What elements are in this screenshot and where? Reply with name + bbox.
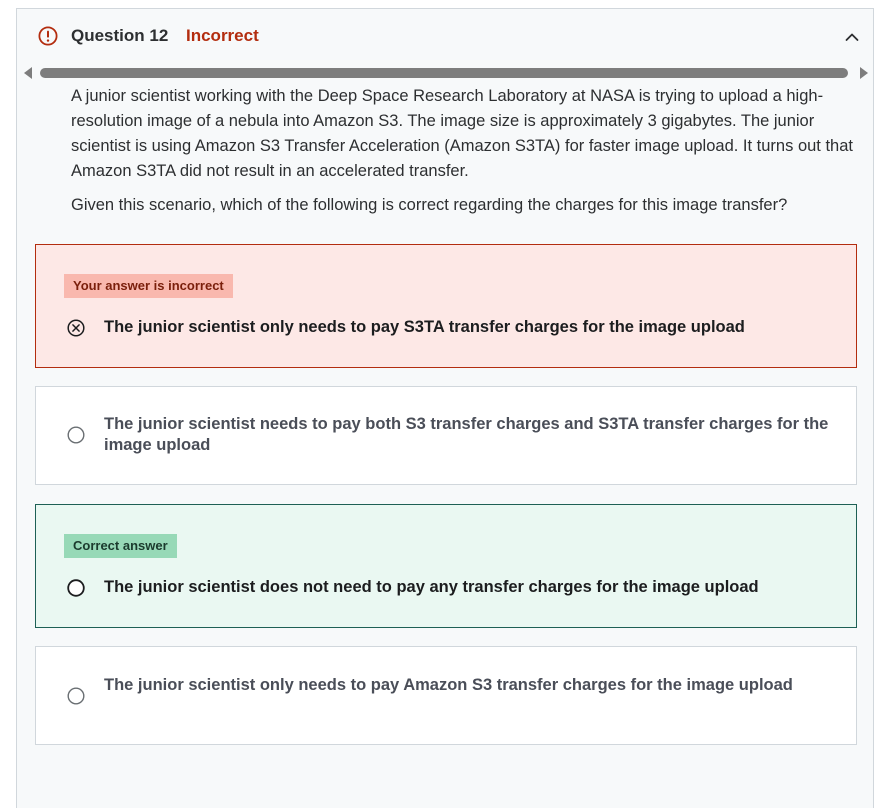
horizontal-scrollbar-thumb[interactable] [40,68,848,78]
answer-option-incorrect[interactable]: Your answer is incorrect The junior scie… [35,244,857,368]
question-header[interactable]: Question 12 Incorrect [17,9,873,65]
answer-option[interactable]: The junior scientist needs to pay both S… [35,386,857,485]
question-status: Incorrect [186,26,259,45]
question-number: Question 12 [71,26,169,45]
prompt-scenario: A junior scientist working with the Deep… [71,87,853,180]
question-prompt: A junior scientist working with the Deep… [71,84,871,227]
radio-unselected-icon[interactable] [67,687,85,705]
answer-option[interactable]: The junior scientist only needs to pay A… [35,646,857,745]
radio-unselected-icon[interactable] [67,579,85,597]
question-panel: Question 12 Incorrect A junior scientist… [16,8,874,808]
option-text: The junior scientist needs to pay both S… [104,415,829,454]
correct-answer-badge: Correct answer [64,534,177,558]
scroll-left-arrow-icon[interactable] [23,67,33,79]
radio-unselected-icon[interactable] [67,426,85,444]
alert-circle-icon [38,26,58,46]
option-text: The junior scientist only needs to pay A… [104,676,793,694]
prompt-question: Given this scenario, which of the follow… [71,196,788,214]
scroll-right-arrow-icon[interactable] [859,67,869,79]
option-text: The junior scientist only needs to pay S… [104,318,745,336]
chevron-up-icon[interactable] [843,28,861,46]
x-circle-icon [67,319,85,337]
option-text: The junior scientist does not need to pa… [104,578,759,596]
incorrect-answer-badge: Your answer is incorrect [64,274,233,298]
answer-option-correct[interactable]: Correct answer The junior scientist does… [35,504,857,628]
